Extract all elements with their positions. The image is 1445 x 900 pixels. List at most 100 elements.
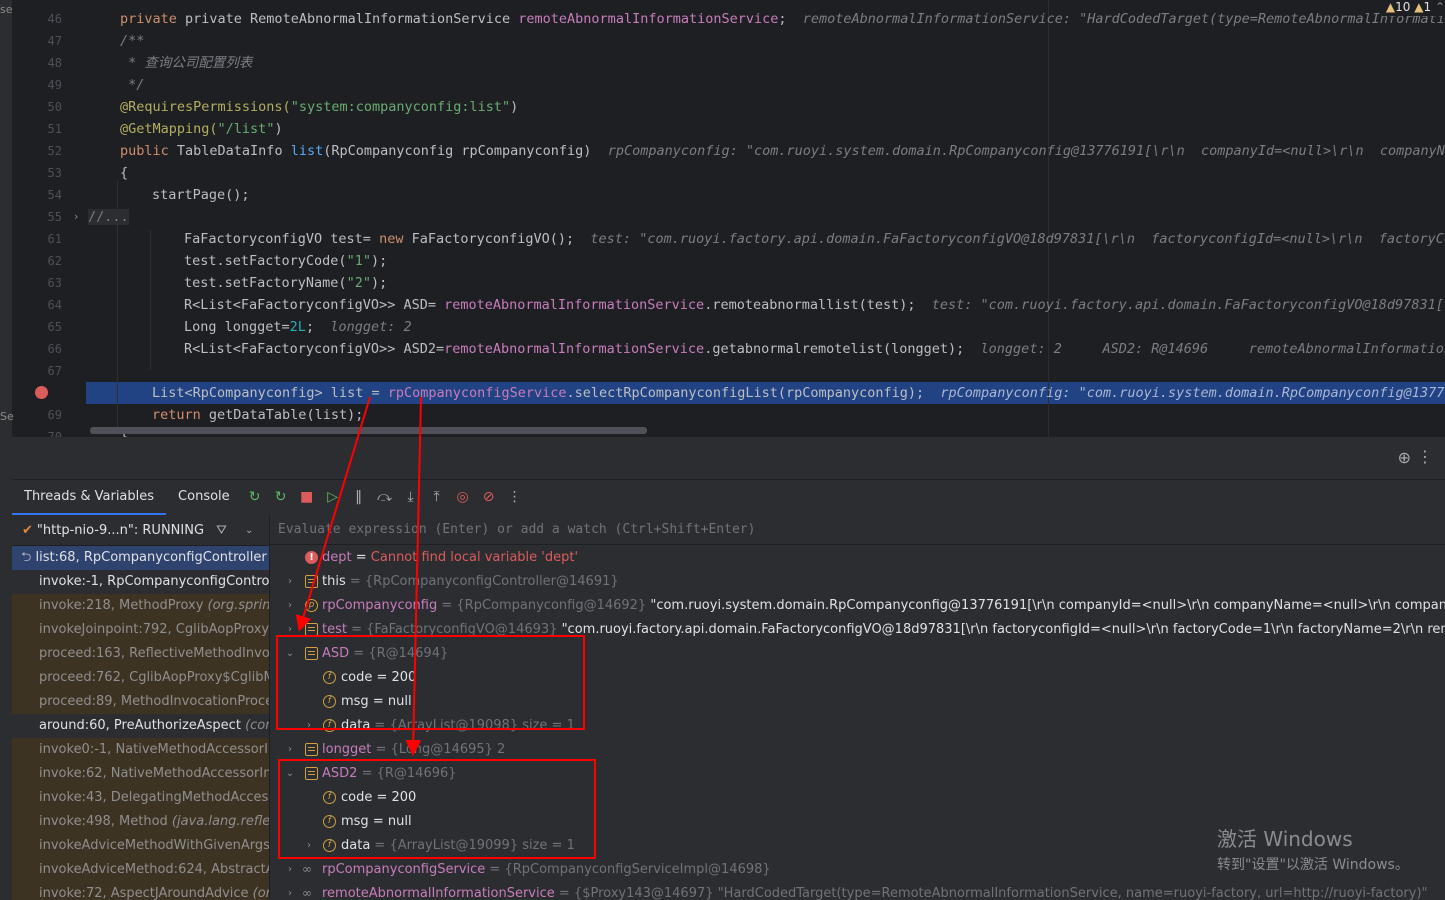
code-line-62[interactable]: test.setFactoryCode("1");: [184, 250, 387, 272]
annotation-box-asd2: [278, 759, 596, 859]
debug-header: ⊕ ⋮: [12, 437, 1445, 480]
code-line-55-folded[interactable]: //...: [88, 206, 129, 228]
variable-row-this[interactable]: › this = {RpCompanyconfigController@14691…: [270, 570, 1445, 594]
code-line-52[interactable]: public TableDataInfo list(RpCompanyconfi…: [120, 140, 1445, 162]
code-editor[interactable]: se Se 46 47 48 49 50 51 52 53 54 55 › 61…: [0, 0, 1445, 437]
code-line-50[interactable]: @RequiresPermissions("system:companyconf…: [120, 96, 518, 118]
checkmark-icon: ✔: [22, 522, 33, 538]
code-line-63[interactable]: test.setFactoryName("2");: [184, 272, 387, 294]
code-line-53[interactable]: {: [120, 162, 128, 184]
code-line-64[interactable]: R<List<FaFactoryconfigVO>> ASD= remoteAb…: [184, 294, 1445, 316]
rerun-failed-icon[interactable]: ↻: [268, 489, 294, 505]
strip-label: se: [0, 3, 13, 16]
warning-count: 10: [1395, 0, 1411, 14]
code-line-65[interactable]: Long longget=2L; longget: 2: [184, 316, 412, 338]
line-number: 52: [47, 144, 62, 158]
tab-console[interactable]: Console: [166, 479, 242, 515]
rerun-icon[interactable]: ↻: [242, 489, 268, 505]
watermark-title: 激活 Windows: [1217, 827, 1353, 851]
object-icon: [305, 575, 318, 588]
more-actions-icon[interactable]: ⋮: [502, 489, 528, 505]
filter-icon[interactable]: ⛛: [216, 523, 227, 538]
stack-frame[interactable]: ⮌ list:68, RpCompanyconfigController (: [12, 546, 269, 570]
stack-frame[interactable]: invoke:498, Method (java.lang.reflec: [12, 810, 269, 834]
frame-method: invoke:218, MethodProxy: [39, 598, 208, 613]
code-line-48[interactable]: * 查询公司配置列表: [120, 52, 252, 74]
code-line-54[interactable]: startPage();: [152, 184, 250, 206]
code-line-47[interactable]: /**: [120, 30, 144, 52]
pause-icon[interactable]: ‖: [346, 489, 372, 505]
inspection-widget[interactable]: ▲10 ▲1 ⌃: [1381, 0, 1445, 16]
stack-frame[interactable]: invokeAdviceMethodWithGivenArgs:: [12, 834, 269, 858]
fold-chevron-icon[interactable]: ›: [74, 206, 78, 228]
line-number: 54: [47, 188, 62, 202]
frame-package: (org.spring: [207, 598, 269, 613]
code-line-49[interactable]: */: [120, 74, 144, 96]
chevron-right-icon[interactable]: ›: [284, 570, 296, 594]
code-line-51[interactable]: @GetMapping("/list"): [120, 118, 283, 140]
frame-package: (com: [245, 718, 269, 733]
frame-method: around:60, PreAuthorizeAspect: [39, 718, 246, 733]
right-margin-guide: [1048, 0, 1049, 437]
chevron-right-icon[interactable]: ›: [284, 882, 296, 900]
view-breakpoints-icon[interactable]: ◎: [450, 489, 476, 505]
stack-frame[interactable]: around:60, PreAuthorizeAspect (com: [12, 714, 269, 738]
object-icon: [305, 743, 318, 756]
frame-method: proceed:762, CglibAopProxy$CglibM: [39, 670, 269, 685]
code-line-61[interactable]: FaFactoryconfigVO test= new FaFactorycon…: [184, 228, 1445, 250]
line-number: 48: [47, 56, 62, 70]
evaluate-expression-input[interactable]: Evaluate expression (Enter) or add a wat…: [270, 515, 1445, 545]
variable-row-rpcompanyconfig[interactable]: › p rpCompanyconfig = {RpCompanyconfig@146…: [270, 594, 1445, 618]
settings-gear-icon[interactable]: ⊕: [1398, 448, 1411, 467]
line-number: 64: [47, 298, 62, 312]
code-line-66[interactable]: R<List<FaFactoryconfigVO>> ASD2=remoteAb…: [184, 338, 1445, 360]
chevron-up-icon[interactable]: ⌃: [1435, 0, 1445, 14]
mute-breakpoints-icon[interactable]: ⊘: [476, 489, 502, 505]
stack-frame[interactable]: invoke:43, DelegatingMethodAccess: [12, 786, 269, 810]
frame-method: list:68, RpCompanyconfigController: [35, 550, 269, 565]
thread-name: "http-nio-9...n": RUNNING: [36, 522, 205, 538]
chevron-right-icon[interactable]: ›: [284, 594, 296, 618]
resume-icon[interactable]: ▷: [320, 489, 346, 505]
stack-frame[interactable]: invoke:62, NativeMethodAccessorIm: [12, 762, 269, 786]
chevron-right-icon[interactable]: ›: [284, 858, 296, 882]
step-out-icon[interactable]: ⤒: [424, 489, 450, 505]
warning-icon: ▲: [1385, 0, 1396, 14]
tab-threads-variables[interactable]: Threads & Variables: [12, 479, 167, 515]
frame-package: (java.lang.reflec: [171, 814, 269, 829]
line-number: 61: [47, 232, 62, 246]
thread-selector[interactable]: ✔ "http-nio-9...n": RUNNING ⛛ ⌄: [12, 515, 269, 546]
stop-icon[interactable]: ■: [294, 489, 320, 505]
stack-frame[interactable]: proceed:762, CglibAopProxy$CglibM: [12, 666, 269, 690]
line-number: 47: [47, 34, 62, 48]
stack-frame[interactable]: proceed:163, ReflectiveMethodInvoc: [12, 642, 269, 666]
parameter-icon: p: [305, 599, 318, 612]
line-number: 62: [47, 254, 62, 268]
line-number: 69: [47, 408, 62, 422]
variable-row-dept[interactable]: ! dept = Cannot find local variable 'dept…: [270, 546, 1445, 570]
stack-frame[interactable]: invokeAdviceMethod:624, AbstractA: [12, 858, 269, 882]
more-options-icon[interactable]: ⋮: [1417, 447, 1433, 466]
stack-frame[interactable]: invoke:218, MethodProxy (org.spring: [12, 594, 269, 618]
stack-frame[interactable]: invoke:-1, RpCompanyconfigControlle: [12, 570, 269, 594]
frame-method: invokeJoinpoint:792, CglibAopProxy$: [39, 622, 269, 637]
horizontal-scrollbar[interactable]: [90, 427, 647, 434]
code-line-68-current[interactable]: List<RpCompanyconfig> list = rpCompanyco…: [152, 382, 1445, 404]
stack-frame[interactable]: invokeJoinpoint:792, CglibAopProxy$: [12, 618, 269, 642]
chevron-down-icon[interactable]: ⌄: [245, 525, 253, 536]
stack-frame[interactable]: proceed:89, MethodInvocationProce: [12, 690, 269, 714]
line-number: 65: [47, 320, 62, 334]
code-line-69[interactable]: return getDataTable(list);: [152, 404, 363, 426]
step-over-icon[interactable]: ⤼: [372, 489, 398, 505]
stack-frame[interactable]: invoke0:-1, NativeMethodAccessorIn: [12, 738, 269, 762]
frame-method: invoke:-1, RpCompanyconfigControlle: [39, 574, 269, 589]
line-number: 46: [47, 12, 62, 26]
stack-frame[interactable]: invoke:72, AspectJAroundAdvice (or: [12, 882, 269, 900]
frame-method: proceed:163, ReflectiveMethodInvoc: [39, 646, 269, 661]
breakpoint-icon[interactable]: [35, 386, 48, 399]
step-into-icon[interactable]: ⤓: [398, 489, 424, 505]
code-line-46[interactable]: private private RemoteAbnormalInformatio…: [120, 8, 1445, 30]
variable-row-remote-service[interactable]: › ∞ remoteAbnormalInformationService = {$P…: [270, 882, 1445, 900]
current-frame-icon: ⮌: [21, 550, 36, 565]
frame-method: proceed:89, MethodInvocationProce: [39, 694, 269, 709]
